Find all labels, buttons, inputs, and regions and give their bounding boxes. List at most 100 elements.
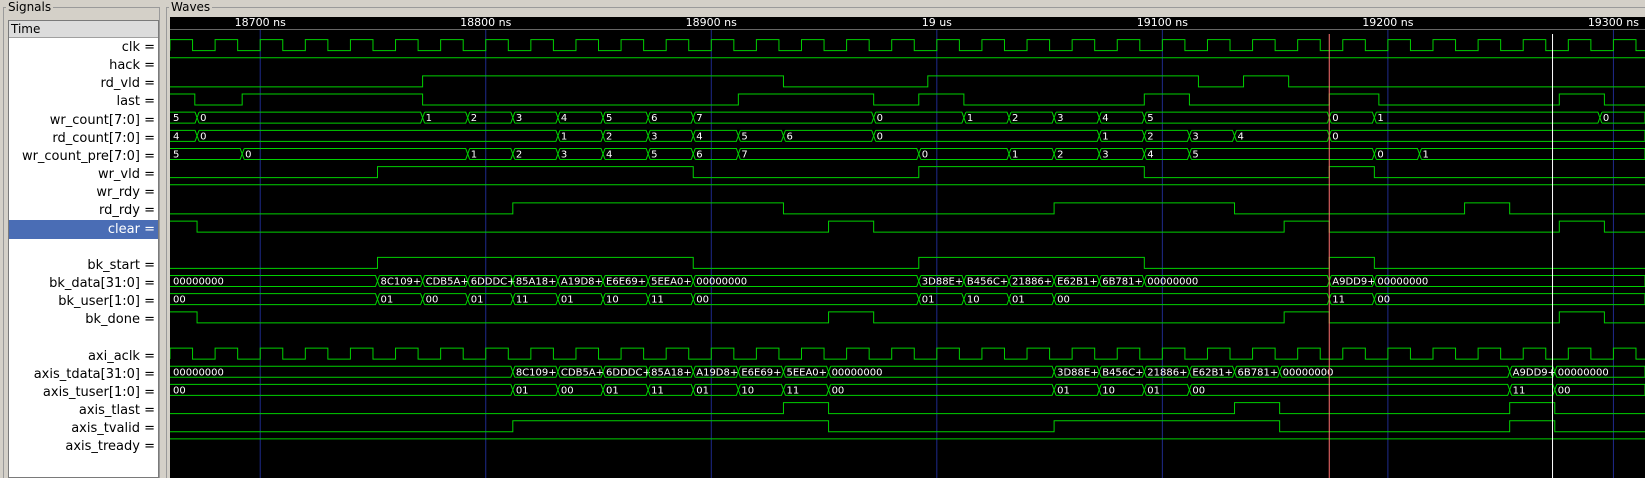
bus-segment-rd-count (196, 129, 559, 142)
bus-segment-axis-tuser (1188, 383, 1511, 396)
bus-value-label: 00 (426, 295, 439, 306)
waveform-canvas[interactable]: 18700 ns 18800 ns 18900 ns 19 us 19100 ns 192… (170, 17, 1645, 478)
bus-value-label: 00000000 (696, 277, 747, 288)
waves-panel-title: Waves (169, 0, 213, 14)
bus-value-label: 5 (1192, 149, 1198, 160)
signal-name-bk-data[interactable]: bk_data[31:0] = (9, 274, 158, 293)
bus-value-label: 5 (173, 113, 179, 124)
bus-value-label: 01 (696, 385, 709, 396)
bus-value-label: 3D88E+ (1057, 367, 1098, 378)
signal-name-clear[interactable]: clear = (9, 219, 158, 239)
waveform-clk (170, 39, 1645, 52)
signal-name-wr-count-pre[interactable]: wr_count_pre[7:0] = (9, 147, 158, 166)
signal-name-rd-rdy[interactable]: rd_rdy = (9, 201, 158, 220)
bus-value-label: 01 (922, 295, 935, 306)
waveform-bk-done (170, 311, 1645, 324)
signal-name-axis-tvalid[interactable]: axis_tvalid = (9, 419, 158, 438)
bus-value-label: 4 (1102, 113, 1108, 124)
bus-value-label: 0 (1377, 149, 1383, 160)
signal-name-wr-vld[interactable]: wr_vld = (9, 165, 158, 184)
bus-value-label: A9DD9+ (1332, 277, 1375, 288)
bus-value-label: 2 (516, 149, 522, 160)
signal-blank-row[interactable] (9, 328, 158, 347)
bus-value-label: A19D8+ (696, 367, 738, 378)
bus-value-label: 7 (741, 149, 747, 160)
signal-name-axis-tready[interactable]: axis_tready = (9, 437, 158, 456)
signal-name-wr-count[interactable]: wr_count[7:0] = (9, 111, 158, 130)
bus-value-label: 10 (967, 295, 980, 306)
time-tick-label: 19 us (922, 17, 952, 29)
bus-segment-axis-tuser (828, 383, 1055, 396)
bus-value-label: 00000000 (1377, 277, 1428, 288)
bus-value-label: E62B1+ (1057, 277, 1098, 288)
bus-value-label: 1 (1377, 113, 1383, 124)
signal-blank-row[interactable] (9, 238, 158, 257)
waveform-bk-start (170, 256, 1645, 269)
bus-value-label: 11 (1332, 295, 1345, 306)
waveform-last (170, 93, 1645, 106)
bus-value-label: A19D8+ (561, 277, 603, 288)
bus-value-label: 00000000 (1558, 367, 1609, 378)
bus-value-label: 4 (1147, 149, 1153, 160)
signal-name-hack[interactable]: hack = (9, 56, 158, 75)
bus-value-label: 5EEA0+ (651, 277, 692, 288)
time-column-header[interactable]: Time (9, 21, 158, 38)
bus-value-label: 1 (967, 113, 973, 124)
signal-name-axis-tlast[interactable]: axis_tlast = (9, 401, 158, 420)
bus-value-label: 85A18+ (651, 367, 692, 378)
bus-value-label: CDB5A+ (561, 367, 604, 378)
bus-value-label: 5 (1147, 113, 1153, 124)
signal-name-rd-vld[interactable]: rd_vld = (9, 74, 158, 93)
bus-value-label: 0 (877, 113, 883, 124)
bus-value-label: 11 (651, 295, 664, 306)
bus-value-label: 00 (561, 385, 574, 396)
bus-value-label: 3 (651, 131, 657, 142)
bus-segment-wr-count-pre (1188, 147, 1375, 160)
signal-name-axi-aclk[interactable]: axi_aclk = (9, 347, 158, 366)
waveform-axis-tvalid (170, 420, 1645, 433)
bus-segment-bk-user (692, 293, 920, 306)
signal-name-bk-done[interactable]: bk_done = (9, 310, 158, 329)
bus-segment-wr-count-pre (170, 147, 243, 160)
waveform-axi-aclk (170, 347, 1645, 360)
bus-value-label: 00000000 (173, 367, 224, 378)
bus-value-label: CDB5A+ (426, 277, 469, 288)
waveform-svg[interactable]: 18700 ns 18800 ns 18900 ns 19 us 19100 ns 192… (170, 17, 1645, 478)
signal-name-axis-tuser[interactable]: axis_tuser[1:0] = (9, 383, 158, 402)
bus-value-label: 00000000 (1147, 277, 1198, 288)
bus-value-label: 11 (1513, 385, 1526, 396)
bus-value-label: 00 (1057, 295, 1070, 306)
signal-name-rd-count[interactable]: rd_count[7:0] = (9, 129, 158, 148)
bus-value-label: 0 (200, 113, 206, 124)
bus-value-label: 3 (1102, 149, 1108, 160)
signal-name-axis-tdata[interactable]: axis_tdata[31:0] = (9, 365, 158, 384)
time-tick-label: 18700 ns (235, 17, 286, 29)
bus-value-label: 6B781+ (1102, 277, 1143, 288)
bus-value-label: 00000000 (832, 367, 883, 378)
bus-segment-bk-user (1053, 293, 1330, 306)
bus-segment-wr-count-pre (918, 147, 1010, 160)
bus-value-label: 01 (1012, 295, 1025, 306)
bus-value-label: 0 (877, 131, 883, 142)
waveform-wr-vld (170, 166, 1645, 179)
bus-value-label: 4 (606, 149, 612, 160)
bus-value-label: 6DDDC+ (471, 277, 516, 288)
bus-value-label: 3 (561, 149, 567, 160)
signals-panel-title: Signals (6, 0, 54, 14)
signal-name-wr-rdy[interactable]: wr_rdy = (9, 183, 158, 202)
bus-value-label: 5EEA0+ (786, 367, 827, 378)
signal-name-last[interactable]: last = (9, 92, 158, 111)
bus-value-label: 01 (1147, 385, 1160, 396)
signal-name-clk[interactable]: clk = (9, 38, 158, 57)
signal-name-bk-start[interactable]: bk_start = (9, 256, 158, 275)
bus-value-label: 00 (173, 385, 186, 396)
bus-value-label: 5 (606, 113, 612, 124)
bus-value-label: 00000000 (1283, 367, 1334, 378)
signals-list[interactable]: Time clk = hack = rd_vld = last = wr_count[7… (8, 20, 159, 478)
bus-value-label: 0 (922, 149, 928, 160)
bus-value-label: 0 (245, 149, 251, 160)
bus-segment-rd-count (873, 129, 1100, 142)
signal-name-bk-user[interactable]: bk_user[1:0] = (9, 292, 158, 311)
bus-value-label: 1 (1102, 131, 1108, 142)
bus-value-label: 00000000 (173, 277, 224, 288)
